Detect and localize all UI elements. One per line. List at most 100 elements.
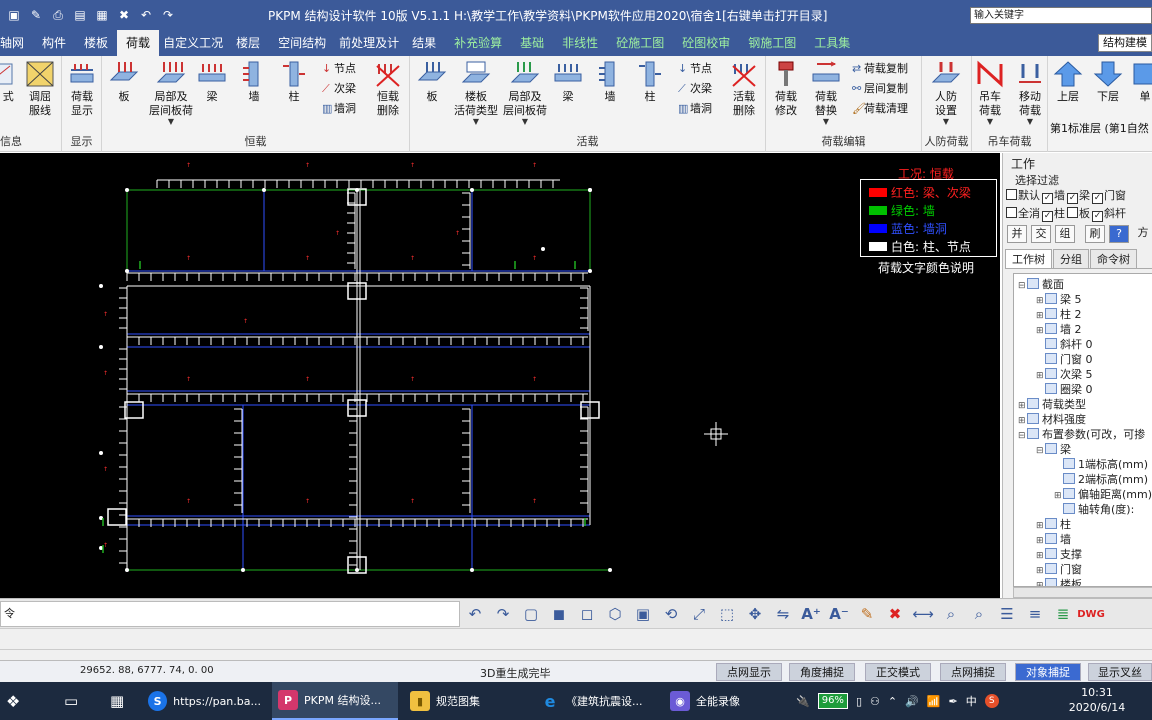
ime-indicator[interactable]: 中 <box>966 693 977 709</box>
taskbar-item-browser[interactable]: S https://pan.ba... <box>142 682 267 720</box>
tree-node[interactable]: 轴转角(度): <box>1054 503 1134 517</box>
mirror-view-icon[interactable]: ⇋ <box>770 601 796 627</box>
tree-node[interactable]: ⊞ 梁 5 <box>1036 293 1082 308</box>
filter-default[interactable]: 默认 <box>1006 187 1040 203</box>
yield-line-button[interactable]: 调屈 服线 <box>20 60 60 118</box>
wifi-icon[interactable]: 📶 <box>927 695 941 708</box>
single-floor-button[interactable]: 单 <box>1130 60 1152 104</box>
taskbar-item-edge[interactable]: e 《建筑抗震设... <box>534 682 662 720</box>
volume-icon[interactable]: 🔊 <box>905 695 919 708</box>
live-delete-button[interactable]: 活载 删除 <box>724 60 764 118</box>
search-input[interactable]: 输入关键字 <box>970 7 1152 24</box>
tab-slab[interactable]: 楼板 <box>75 30 117 56</box>
live-slab-type-button[interactable]: 楼板 活荷类型 ▼ <box>450 60 502 126</box>
crosshair-toggle[interactable]: 显示叉丝 <box>1088 663 1152 681</box>
live-column-button[interactable]: 柱 <box>630 60 670 104</box>
tree-node[interactable]: 门窗 0 <box>1036 353 1093 367</box>
save-icon[interactable]: ▣ <box>6 7 22 23</box>
close-file-icon[interactable]: ✖ <box>116 7 132 23</box>
tab-load[interactable]: 荷载 <box>117 30 160 56</box>
tree-node[interactable]: ⊞ 墙 <box>1036 533 1071 548</box>
refresh-button[interactable]: 刷 <box>1085 225 1105 243</box>
tree-node[interactable]: ⊞ 支撑 <box>1036 548 1082 563</box>
dead-slab-button[interactable]: 板 <box>104 60 144 104</box>
wire-view-icon[interactable]: ◻ <box>574 601 600 627</box>
tab-preprocess[interactable]: 前处理及计 <box>335 30 403 56</box>
dead-wall-button[interactable]: 墙 <box>234 60 274 104</box>
dead-beam-button[interactable]: 梁 <box>192 60 232 104</box>
angle-snap-toggle[interactable]: 角度捕捉 <box>789 663 855 681</box>
solid-view-icon[interactable]: ◼ <box>546 601 572 627</box>
live-beam-button[interactable]: 梁 <box>548 60 588 104</box>
taskbar-item-folder[interactable]: ▮ 规范图集 <box>404 682 528 720</box>
layer-copy-button[interactable]: ⚯ 层间复制 <box>852 82 908 96</box>
tab-command-tree[interactable]: 命令树 <box>1090 249 1137 268</box>
tab-supplement[interactable]: 补充验算 <box>445 30 511 56</box>
tree-node[interactable]: ⊞ 楼板 <box>1036 578 1082 586</box>
filter-beam[interactable]: ✓ 梁 <box>1067 187 1090 204</box>
intersect-button[interactable]: 交 <box>1031 225 1051 243</box>
tab-steel-drawing[interactable]: 钢施工图 <box>739 30 805 56</box>
dead-secondary-beam-button[interactable]: ⟋ 次梁 <box>322 82 356 96</box>
redo-icon[interactable]: ↷ <box>160 7 176 23</box>
tab-member[interactable]: 构件 <box>33 30 75 56</box>
box-view-icon[interactable]: ▢ <box>518 601 544 627</box>
load-modify-button[interactable]: 荷载 修改 <box>766 60 806 118</box>
undo-view-icon[interactable]: ↶ <box>462 601 488 627</box>
edit-icon[interactable]: ✎ <box>28 7 44 23</box>
live-secondary-beam-button[interactable]: ⟋ 次梁 <box>678 82 712 96</box>
load-display-button[interactable]: 荷载 显示 <box>62 60 102 118</box>
help-icon[interactable]: ? <box>1109 225 1129 243</box>
load-clear-button[interactable]: 🖌荷载清理 <box>852 102 908 116</box>
tree-node[interactable]: ⊞ 材料强度 <box>1018 413 1086 428</box>
crane-load-button[interactable]: 吊车 荷载 ▼ <box>970 60 1010 126</box>
print-icon[interactable]: ⎙ <box>50 7 66 23</box>
tree-node[interactable]: 斜杆 0 <box>1036 338 1093 352</box>
object-snap-toggle[interactable]: 对象捕捉 <box>1015 663 1081 681</box>
search-icon[interactable]: ⌕ <box>938 601 964 627</box>
font-larger-icon[interactable]: A⁺ <box>798 601 824 627</box>
chevron-up-icon[interactable]: ⌃ <box>888 695 897 708</box>
live-local-load-button[interactable]: 局部及 层间板荷 ▼ <box>500 60 550 126</box>
undo-icon[interactable]: ↶ <box>138 7 154 23</box>
union-button[interactable]: 并 <box>1007 225 1027 243</box>
delete-dim-icon[interactable]: ✖ <box>882 601 908 627</box>
civil-defense-set-button[interactable]: 人防 设置 ▼ <box>926 60 966 126</box>
dead-local-load-button[interactable]: 局部及 层间板荷 ▼ <box>146 60 196 126</box>
desktop-icon[interactable]: ▭ <box>58 682 84 720</box>
tree-node[interactable]: 1端标高(mm) <box>1054 458 1148 472</box>
tab-custom-case[interactable]: 自定义工况 <box>159 30 227 56</box>
tab-concrete-review[interactable]: 砼图校审 <box>673 30 739 56</box>
tab-group[interactable]: 分组 <box>1053 249 1089 268</box>
tab-nonlinear[interactable]: 非线性 <box>553 30 607 56</box>
rotate-view-icon[interactable]: ⟲ <box>658 601 684 627</box>
ortho-mode-toggle[interactable]: 正交模式 <box>865 663 931 681</box>
stack-icon[interactable]: ≡ <box>1022 601 1048 627</box>
pencil-icon[interactable]: ✎ <box>854 601 880 627</box>
live-node-button[interactable]: ↓ 节点 <box>678 62 712 76</box>
pen-icon[interactable]: ✒ <box>949 695 958 708</box>
iso-view-icon[interactable]: ⬡ <box>602 601 628 627</box>
tree-node[interactable]: ⊞ 次梁 5 <box>1036 368 1093 383</box>
sogou-icon[interactable]: S <box>984 694 999 708</box>
tree-node[interactable]: ⊟ 截面 <box>1018 278 1064 293</box>
move-load-button[interactable]: 移动 荷载 ▼ <box>1010 60 1050 126</box>
taskbar-item-recorder[interactable]: ◉ 全能录像 <box>664 682 784 720</box>
print2-icon[interactable]: ▦ <box>94 7 110 23</box>
tree-node[interactable]: ⊞ 墙 2 <box>1036 323 1082 338</box>
clock[interactable]: 10:31 2020/6/14 <box>1062 685 1132 715</box>
grid-display-toggle[interactable]: 点网显示 <box>716 663 782 681</box>
layers-icon[interactable]: ☰ <box>994 601 1020 627</box>
up-floor-button[interactable]: 上层 <box>1050 60 1086 104</box>
dwg-export-icon[interactable]: DWG <box>1077 601 1105 627</box>
load-replace-button[interactable]: 荷载 替换 ▼ <box>806 60 846 126</box>
window-icon[interactable]: ▤ <box>72 7 88 23</box>
start-icon[interactable]: ❖ <box>0 682 24 720</box>
filter-column[interactable]: ✓ 柱 <box>1042 205 1065 222</box>
load-copy-button[interactable]: ⇄ 荷载复制 <box>852 62 908 76</box>
tree-node[interactable]: ⊟ 布置参数(可改，可掺 <box>1018 428 1145 443</box>
zoom-glass-icon[interactable]: ⌕ <box>966 601 992 627</box>
tab-concrete-drawing[interactable]: 砼施工图 <box>607 30 673 56</box>
calculator-icon[interactable]: ▦ <box>104 682 130 720</box>
tab-spatial[interactable]: 空间结构 <box>269 30 335 56</box>
